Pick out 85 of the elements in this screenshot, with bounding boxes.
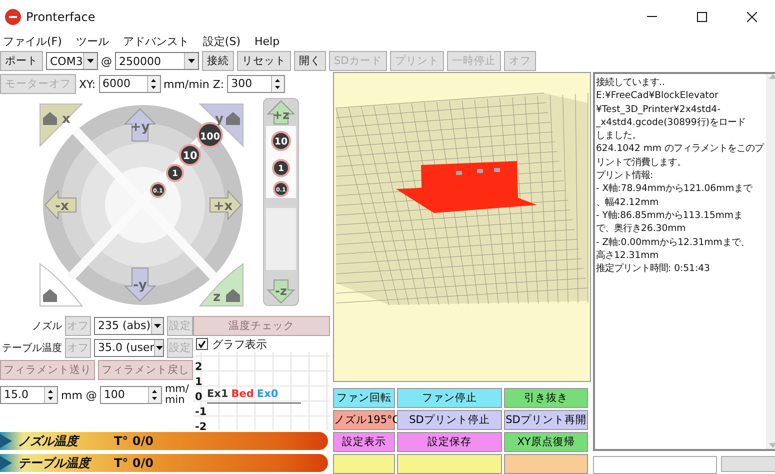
gauge-reading: T° 0/0 xyxy=(114,456,154,470)
menu-item[interactable]: ツール xyxy=(76,34,109,48)
spinner-arrows-icon[interactable] xyxy=(146,76,160,92)
menu-item[interactable]: Help xyxy=(254,34,280,48)
xy-label: XY: xyxy=(79,78,96,90)
menu-item[interactable]: 設定(S) xyxy=(202,34,240,48)
app-logo-icon xyxy=(4,8,22,26)
macro-button[interactable]: XY原点復帰 xyxy=(504,432,588,452)
port-select[interactable]: COM3 xyxy=(46,52,98,70)
log-line: 高さ12.31mm xyxy=(596,248,660,262)
temperature-select[interactable]: 35.0 (user xyxy=(94,338,164,356)
gauge-icon xyxy=(0,456,12,470)
macro-button[interactable]: ファン回転 xyxy=(333,388,395,408)
log-line: - X軸:78.94mmから121.06mmまで xyxy=(596,182,754,196)
temperature-select[interactable]: 235 (abs) xyxy=(94,316,164,334)
step-button[interactable]: 1 xyxy=(166,164,184,182)
z-step-button[interactable]: 10 xyxy=(271,131,291,151)
log-line: 、幅42.12mm xyxy=(596,196,660,209)
menu-item[interactable]: アドバンスト xyxy=(122,34,189,48)
dropdown-caret-icon[interactable] xyxy=(184,53,198,69)
speed-unit-label: mm/ min xyxy=(164,384,190,406)
plus-x-button[interactable]: +x xyxy=(210,190,242,220)
z-step-button[interactable]: 1 xyxy=(272,159,290,177)
spinner-arrows-icon[interactable] xyxy=(271,76,284,92)
gauge-label: テーブル温度 xyxy=(18,454,93,472)
log-line: E:¥FreeCad¥BlockElevator xyxy=(596,89,720,103)
toolbar-button[interactable]: 接続 xyxy=(202,51,234,71)
macro-button[interactable]: SDプリント停止 xyxy=(397,410,502,430)
toolbar-button[interactable]: 開く xyxy=(294,51,326,71)
legend-label: Ex0 xyxy=(256,388,278,401)
log-line: ¥Test_3D_Printer¥2x4std4- xyxy=(596,102,722,116)
macro-button[interactable]: 設定保存 xyxy=(397,432,502,452)
log-line: リントで消費します。 xyxy=(596,156,687,170)
window-title: Pronterface xyxy=(26,10,96,24)
dropdown-caret-icon[interactable] xyxy=(154,340,163,356)
gauge-icon xyxy=(0,434,12,448)
macro-button[interactable]: ファン停止 xyxy=(397,388,502,408)
dropdown-caret-icon[interactable] xyxy=(150,318,163,334)
axis-tick-label: 1 xyxy=(195,375,204,389)
dropdown-caret-icon[interactable] xyxy=(83,53,97,69)
macro-button[interactable] xyxy=(333,454,395,474)
log-line: - Y軸:86.85mmから113.15mmま xyxy=(596,208,744,222)
log-line: 接続しています.. xyxy=(596,76,666,90)
log-line: _x4std4.gcode(30899行)をロード xyxy=(596,116,746,130)
minus-z-button[interactable]: -z xyxy=(266,280,296,304)
graph-checkbox[interactable] xyxy=(196,338,208,350)
log-line: 624.1042 mm のフィラメントをこのプ xyxy=(596,142,765,156)
gauge-reading: T° 0/0 xyxy=(114,434,154,448)
length-unit-label: mm @ xyxy=(61,388,97,402)
spinner-arrows-icon[interactable] xyxy=(44,387,57,403)
speed-field[interactable]: 100 xyxy=(100,386,162,404)
heater-label: ノズル xyxy=(31,320,62,332)
spinner-arrows-icon[interactable] xyxy=(148,387,161,403)
macro-button[interactable]: 設定表示 xyxy=(333,432,395,452)
axis-tick-label: -2 xyxy=(195,420,207,434)
menu-item[interactable]: ファイル(F) xyxy=(3,34,62,48)
legend-label: Ex1 xyxy=(207,388,228,401)
home-z-button[interactable]: z xyxy=(200,264,244,306)
plus-z-button[interactable]: +z xyxy=(266,100,296,124)
macro-button[interactable] xyxy=(397,454,502,474)
axis-tick-label: 0 xyxy=(195,390,204,404)
graph-toggle-label: グラフ表示 xyxy=(212,336,267,352)
log-line: しました。 xyxy=(596,129,642,142)
unit-label: mm/min Z: xyxy=(164,78,224,90)
axis-tick-label: -1 xyxy=(195,405,207,419)
macro-button[interactable]: 引き抜き xyxy=(504,388,588,408)
xy-feed-field[interactable]: 6000 xyxy=(98,75,160,93)
log-line: で、奥行き26.30mm xyxy=(596,222,687,236)
toolbar-button[interactable]: リセット xyxy=(237,51,291,71)
port-button[interactable]: ポート xyxy=(0,51,43,71)
z-feed-field[interactable]: 300 xyxy=(227,75,286,93)
log-line: 推定プリント時間: 0:51:43 xyxy=(596,262,711,276)
heater-label: テーブル温度 xyxy=(1,342,62,354)
home-all-button[interactable] xyxy=(40,264,82,306)
minus-x-button[interactable]: -x xyxy=(44,190,76,220)
command-field[interactable] xyxy=(593,456,717,474)
baud-select[interactable]: 250000 xyxy=(115,52,199,70)
macro-button[interactable]: SDプリント再開 xyxy=(504,410,588,430)
axis-tick-label: 2 xyxy=(195,360,204,374)
gauge-label: ノズル温度 xyxy=(18,432,81,450)
at-label: @ xyxy=(101,54,112,68)
log-line: プリント情報: xyxy=(596,169,654,182)
length-field[interactable]: 15.0 xyxy=(0,386,58,404)
legend-label: Bed xyxy=(231,388,254,401)
log-line: - Z軸:0.00mmから12.31mmまで、 xyxy=(596,236,750,249)
